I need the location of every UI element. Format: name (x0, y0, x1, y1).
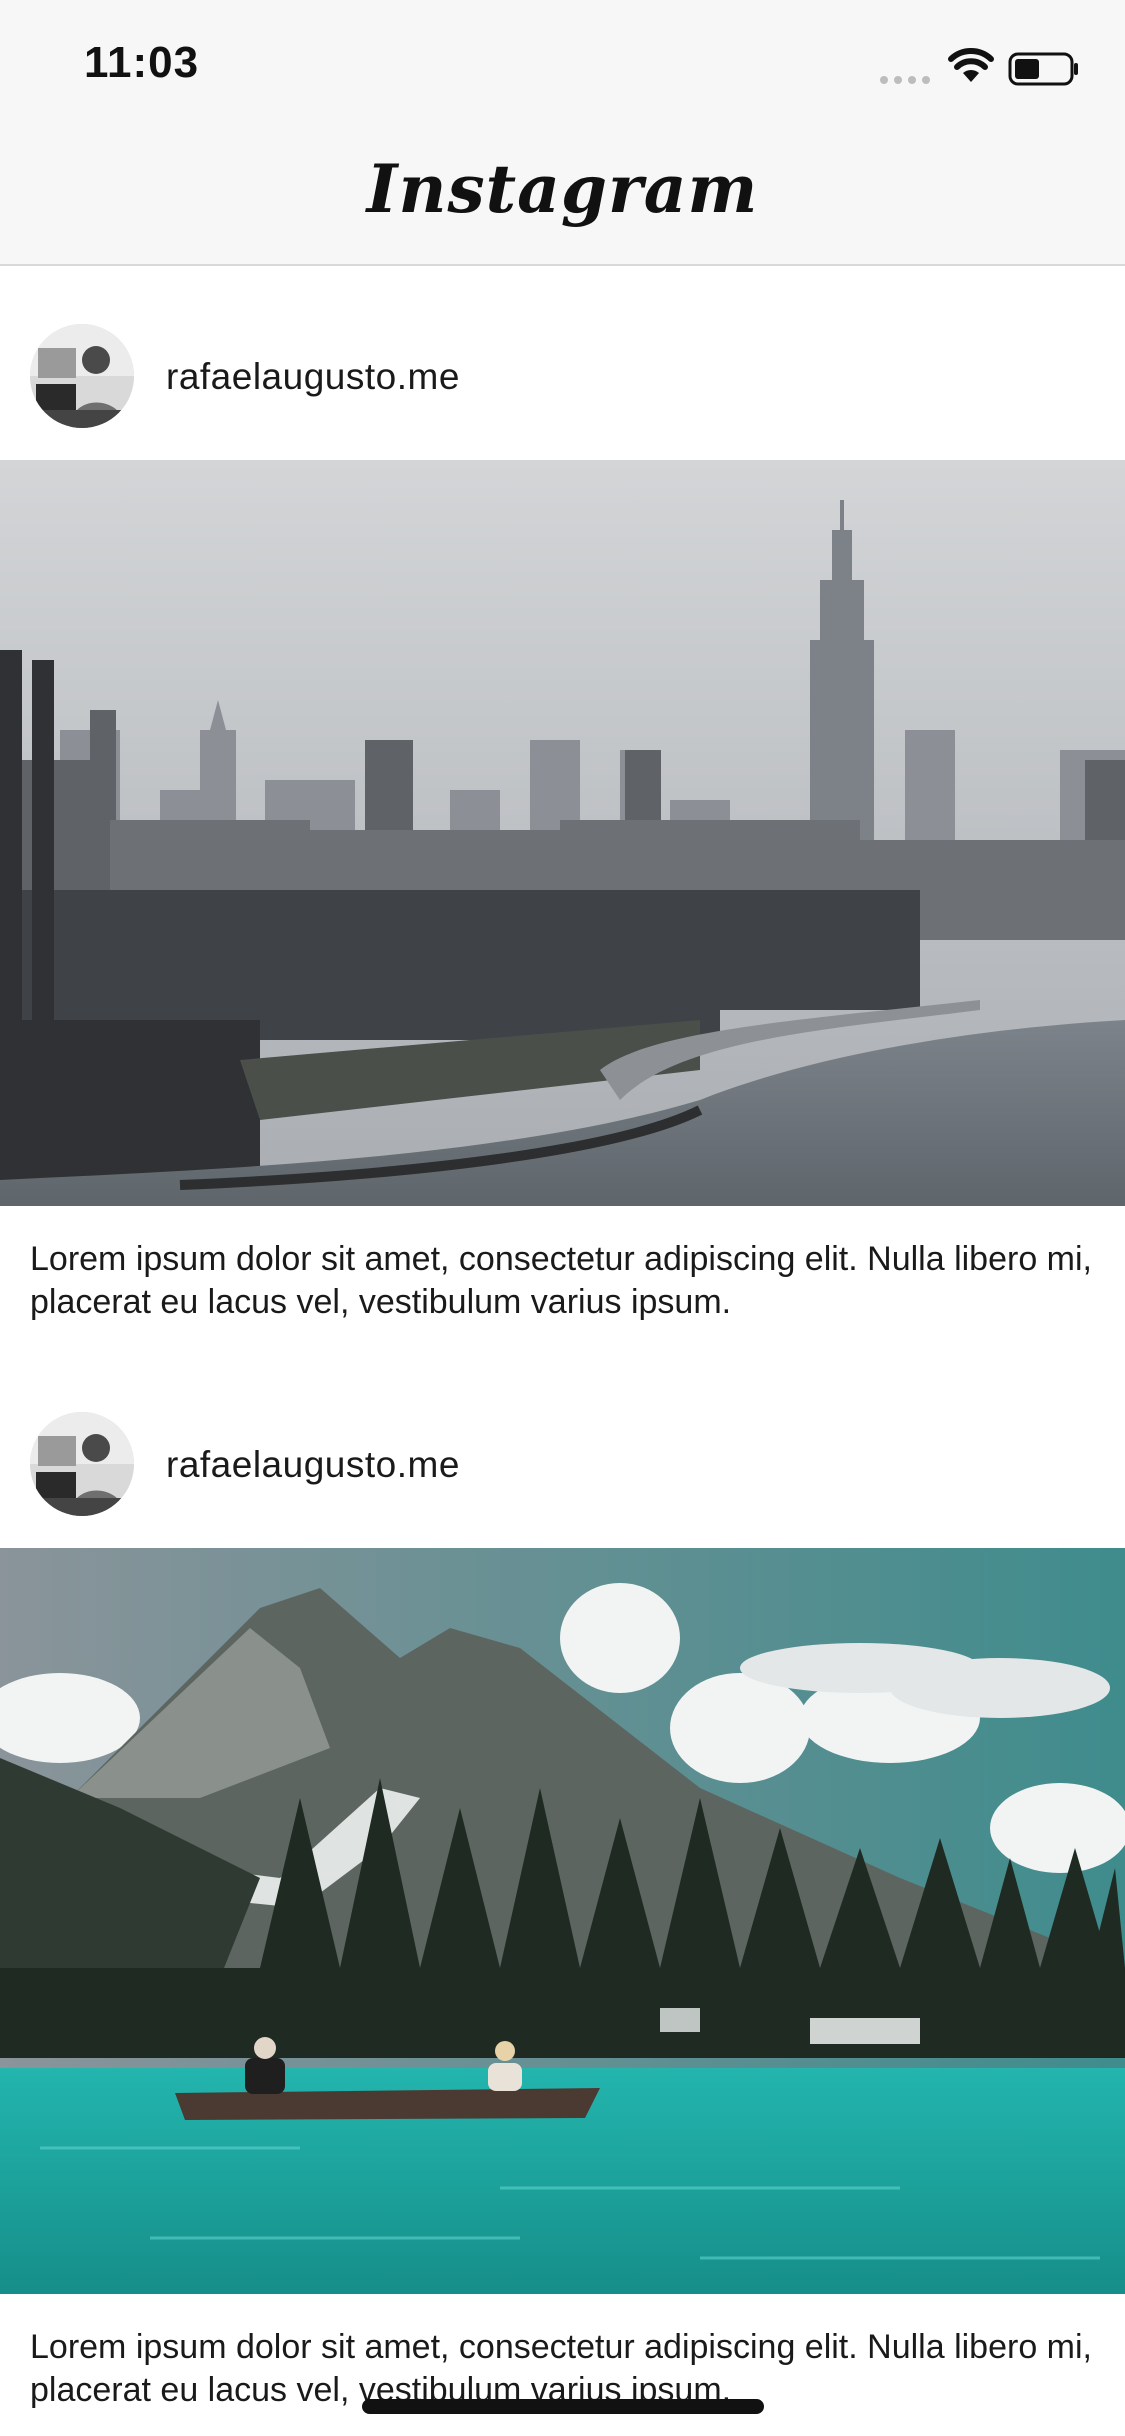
username-link[interactable]: rafaelaugusto.me (166, 1444, 460, 1486)
signal-dots-icon (880, 76, 930, 84)
battery-icon (1008, 52, 1078, 86)
avatar[interactable] (30, 1412, 134, 1516)
post-image-mountain-lake[interactable] (0, 1548, 1125, 2294)
app-title: Instagram (366, 150, 759, 228)
status-time: 11:03 (84, 38, 200, 87)
top-bar: 11:03 Instagram (0, 0, 1125, 266)
avatar[interactable] (30, 324, 134, 428)
post-image-city[interactable] (0, 460, 1125, 1206)
username-link[interactable]: rafaelaugusto.me (166, 356, 460, 398)
wifi-icon (948, 48, 994, 82)
post-caption: Lorem ipsum dolor sit amet, consectetur … (30, 1240, 1093, 1321)
post-header: rafaelaugusto.me (0, 1354, 1125, 1548)
post-header: rafaelaugusto.me (0, 266, 1125, 460)
home-indicator[interactable] (362, 2399, 764, 2414)
